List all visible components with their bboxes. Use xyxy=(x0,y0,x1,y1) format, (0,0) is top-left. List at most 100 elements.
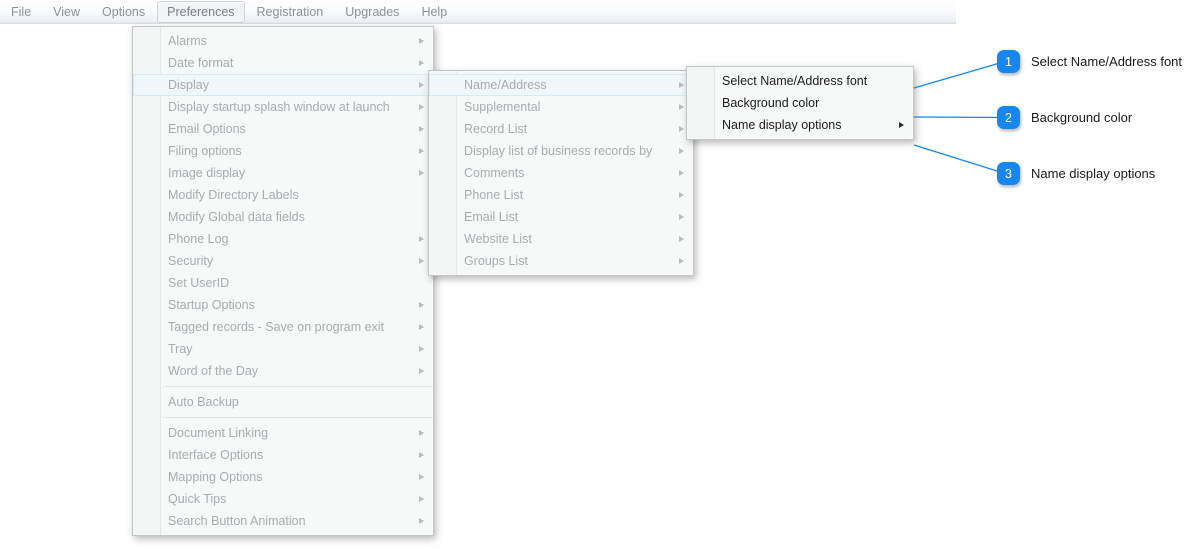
submenu-arrow-icon xyxy=(419,169,424,176)
menu-item-select-name-address-font[interactable]: Select Name/Address font xyxy=(687,70,913,92)
menu-item-label: Select Name/Address font xyxy=(722,74,868,88)
menu-item-name-address[interactable]: Name/Address xyxy=(429,74,693,96)
menu-item-label: Tray xyxy=(168,342,193,356)
submenu-arrow-icon xyxy=(679,213,684,220)
submenu-arrow-icon xyxy=(419,59,424,66)
menu-item-label: Modify Global data fields xyxy=(168,210,305,224)
submenu-arrow-icon xyxy=(419,301,424,308)
menu-separator xyxy=(163,386,433,387)
callout-line-2 xyxy=(913,116,1006,119)
menu-item-alarms[interactable]: Alarms xyxy=(133,30,433,52)
submenu-arrow-icon xyxy=(419,517,424,524)
submenu-arrow-icon xyxy=(679,103,684,110)
submenu-arrow-icon xyxy=(419,345,424,352)
submenu-arrow-icon xyxy=(419,451,424,458)
menu-item-label: Word of the Day xyxy=(168,364,259,378)
submenu-arrow-icon xyxy=(679,235,684,242)
menu-item-email-options[interactable]: Email Options xyxy=(133,118,433,140)
menubar-item-view[interactable]: View xyxy=(43,1,90,23)
menu-item-label: Comments xyxy=(464,166,525,180)
menu-item-set-userid[interactable]: Set UserID xyxy=(133,272,433,294)
menu-item-interface-options[interactable]: Interface Options xyxy=(133,444,433,466)
menu-item-word-of-the-day[interactable]: Word of the Day xyxy=(133,360,433,382)
menu-item-label: Website List xyxy=(464,232,532,246)
menubar-item-help[interactable]: Help xyxy=(411,1,457,23)
menu-item-email-list[interactable]: Email List xyxy=(429,206,693,228)
callout-line-1 xyxy=(913,60,1006,89)
menu-item-phone-log[interactable]: Phone Log xyxy=(133,228,433,250)
callout-badge-1: 1 xyxy=(997,50,1020,73)
menu-item-search-button-animation[interactable]: Search Button Animation xyxy=(133,510,433,532)
menu-item-filing-options[interactable]: Filing options xyxy=(133,140,433,162)
callout-label-1: Select Name/Address font xyxy=(1031,53,1183,69)
callout-label-3: Name display options xyxy=(1031,165,1156,181)
submenu-arrow-icon xyxy=(419,147,424,154)
menu-item-display-startup-splash-window-at-launch[interactable]: Display startup splash window at launch xyxy=(133,96,433,118)
menu-item-label: Quick Tips xyxy=(168,492,227,506)
menu-item-label: Phone List xyxy=(464,188,524,202)
menu-item-supplemental[interactable]: Supplemental xyxy=(429,96,693,118)
menubar-item-preferences[interactable]: Preferences xyxy=(157,0,245,23)
submenu-arrow-icon xyxy=(679,169,684,176)
menu-item-tray[interactable]: Tray xyxy=(133,338,433,360)
submenu-arrow-icon xyxy=(419,37,424,44)
menu-item-display[interactable]: Display xyxy=(133,74,433,96)
screen-root: File View Options Preferences Registration Up… xyxy=(0,0,1196,549)
menu-item-label: Security xyxy=(168,254,214,268)
submenu-arrow-icon xyxy=(419,125,424,132)
menu-item-label: Display list of business records by xyxy=(464,144,653,158)
menubar-item-file[interactable]: File xyxy=(1,1,41,23)
submenu-arrow-icon xyxy=(679,81,684,88)
menubar-item-registration[interactable]: Registration xyxy=(247,1,334,23)
display-submenu: Name/Address Supplemental Record List Displ… xyxy=(428,70,694,276)
menu-item-label: Supplemental xyxy=(464,100,541,114)
menu-item-label: Name/Address xyxy=(464,78,547,92)
menu-item-name-display-options[interactable]: Name display options xyxy=(687,114,913,136)
menu-item-label: Startup Options xyxy=(168,298,255,312)
display-submenu-items: Name/Address Supplemental Record List Displ… xyxy=(429,71,693,275)
menu-item-auto-backup[interactable]: Auto Backup xyxy=(133,391,433,413)
menu-item-label: Set UserID xyxy=(168,276,230,290)
menu-item-label: Background color xyxy=(722,96,820,110)
callout-badge-3: 3 xyxy=(997,162,1020,185)
submenu-arrow-icon xyxy=(419,235,424,242)
menu-item-document-linking[interactable]: Document Linking xyxy=(133,422,433,444)
application-menu-bar: File View Options Preferences Registration Up… xyxy=(0,0,956,24)
menu-item-comments[interactable]: Comments xyxy=(429,162,693,184)
menu-item-security[interactable]: Security xyxy=(133,250,433,272)
submenu-arrow-icon xyxy=(679,125,684,132)
menu-item-background-color[interactable]: Background color xyxy=(687,92,913,114)
submenu-arrow-icon xyxy=(419,473,424,480)
submenu-arrow-icon xyxy=(419,495,424,502)
menu-item-label: Document Linking xyxy=(168,426,269,440)
callout-line-3 xyxy=(913,144,1006,175)
menubar-item-upgrades[interactable]: Upgrades xyxy=(335,1,409,23)
menu-item-label: Email List xyxy=(464,210,519,224)
menu-item-label: Phone Log xyxy=(168,232,229,246)
menu-item-startup-options[interactable]: Startup Options xyxy=(133,294,433,316)
menu-item-website-list[interactable]: Website List xyxy=(429,228,693,250)
menu-item-label: Date format xyxy=(168,56,234,70)
submenu-arrow-icon xyxy=(419,257,424,264)
menu-item-label: Email Options xyxy=(168,122,246,136)
menu-item-quick-tips[interactable]: Quick Tips xyxy=(133,488,433,510)
menu-item-mapping-options[interactable]: Mapping Options xyxy=(133,466,433,488)
menu-item-date-format[interactable]: Date format xyxy=(133,52,433,74)
menu-item-label: Tagged records - Save on program exit xyxy=(168,320,385,334)
menu-item-modify-global-data-fields[interactable]: Modify Global data fields xyxy=(133,206,433,228)
menu-item-label: Mapping Options xyxy=(168,470,263,484)
callout-label-2: Background color xyxy=(1031,109,1133,125)
menu-item-display-list-of-business-records-by[interactable]: Display list of business records by xyxy=(429,140,693,162)
menu-item-image-display[interactable]: Image display xyxy=(133,162,433,184)
menu-item-modify-directory-labels[interactable]: Modify Directory Labels xyxy=(133,184,433,206)
menu-item-record-list[interactable]: Record List xyxy=(429,118,693,140)
submenu-arrow-icon xyxy=(679,191,684,198)
menu-item-label: Modify Directory Labels xyxy=(168,188,299,202)
menu-item-label: Interface Options xyxy=(168,448,264,462)
name-address-submenu: Select Name/Address font Background color… xyxy=(686,66,914,140)
menu-item-label: Display xyxy=(168,78,209,92)
menubar-item-options[interactable]: Options xyxy=(92,1,155,23)
menu-item-tagged-records-save-on-program-exit[interactable]: Tagged records - Save on program exit xyxy=(133,316,433,338)
menu-item-groups-list[interactable]: Groups List xyxy=(429,250,693,272)
menu-item-phone-list[interactable]: Phone List xyxy=(429,184,693,206)
